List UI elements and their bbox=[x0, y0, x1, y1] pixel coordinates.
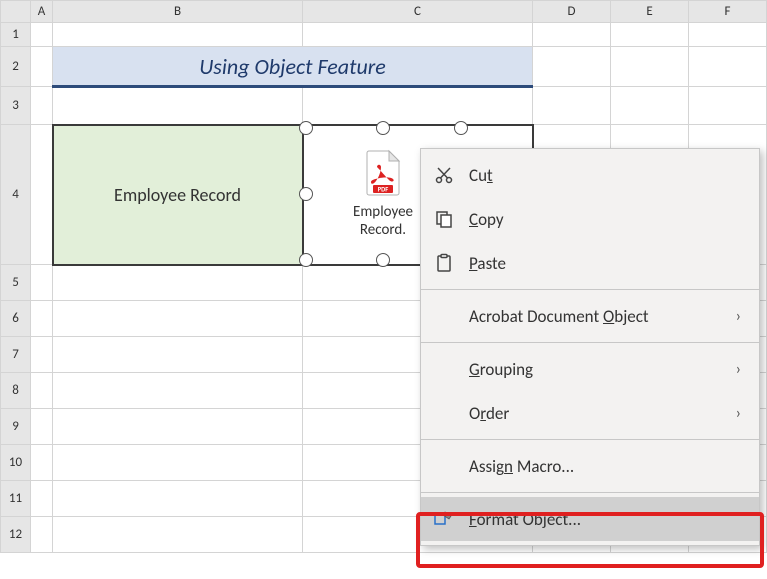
chevron-right-icon: › bbox=[736, 307, 741, 326]
clipboard-icon bbox=[431, 250, 457, 276]
chevron-right-icon: › bbox=[736, 404, 741, 423]
copy-icon bbox=[431, 206, 457, 232]
menu-paste[interactable]: Paste bbox=[421, 241, 759, 285]
row-header-9[interactable]: 9 bbox=[1, 409, 31, 445]
menu-cut-label: Cut bbox=[469, 165, 741, 186]
select-all-corner[interactable] bbox=[1, 1, 31, 23]
row-header-10[interactable]: 10 bbox=[1, 445, 31, 481]
title-cell[interactable]: Using Object Feature bbox=[53, 47, 533, 87]
menu-separator bbox=[421, 289, 759, 290]
format-object-icon bbox=[431, 506, 457, 532]
row-header-8[interactable]: 8 bbox=[1, 373, 31, 409]
menu-grouping[interactable]: Grouping › bbox=[421, 347, 759, 391]
menu-copy[interactable]: Copy bbox=[421, 197, 759, 241]
menu-assign-macro[interactable]: Assign Macro... bbox=[421, 444, 759, 488]
menu-format-object[interactable]: Format Object... bbox=[421, 497, 759, 541]
pdf-file-icon: PDF bbox=[363, 149, 403, 197]
row-header-4[interactable]: 4 bbox=[1, 125, 31, 265]
menu-separator bbox=[421, 439, 759, 440]
menu-copy-label: Copy bbox=[469, 209, 741, 230]
menu-acrobat-object[interactable]: Acrobat Document Object › bbox=[421, 294, 759, 338]
menu-cut[interactable]: Cut bbox=[421, 153, 759, 197]
row-header-12[interactable]: 12 bbox=[1, 517, 31, 553]
col-header-F[interactable]: F bbox=[689, 1, 767, 23]
menu-separator bbox=[421, 492, 759, 493]
col-header-C[interactable]: C bbox=[303, 1, 533, 23]
col-header-E[interactable]: E bbox=[611, 1, 689, 23]
menu-paste-label: Paste bbox=[469, 253, 741, 274]
menu-format-object-label: Format Object... bbox=[469, 509, 741, 530]
menu-acrobat-label: Acrobat Document Object bbox=[469, 306, 724, 327]
menu-order[interactable]: Order › bbox=[421, 391, 759, 435]
col-header-B[interactable]: B bbox=[53, 1, 303, 23]
menu-assign-macro-label: Assign Macro... bbox=[469, 456, 741, 477]
menu-grouping-label: Grouping bbox=[469, 359, 724, 380]
row-header-2[interactable]: 2 bbox=[1, 47, 31, 87]
row-header-11[interactable]: 11 bbox=[1, 481, 31, 517]
context-menu: Cut Copy Paste Acrobat Document Object ›… bbox=[420, 148, 760, 546]
scissors-icon bbox=[431, 162, 457, 188]
menu-order-label: Order bbox=[469, 403, 724, 424]
col-header-D[interactable]: D bbox=[533, 1, 611, 23]
svg-text:PDF: PDF bbox=[378, 185, 389, 193]
row-header-7[interactable]: 7 bbox=[1, 337, 31, 373]
row-header-6[interactable]: 6 bbox=[1, 301, 31, 337]
employee-record-cell[interactable]: Employee Record bbox=[53, 125, 303, 265]
menu-separator bbox=[421, 342, 759, 343]
chevron-right-icon: › bbox=[736, 360, 741, 379]
col-header-A[interactable]: A bbox=[31, 1, 53, 23]
row-header-5[interactable]: 5 bbox=[1, 265, 31, 301]
row-header-1[interactable]: 1 bbox=[1, 23, 31, 47]
object-filename: Employee Record. bbox=[353, 203, 413, 239]
row-header-3[interactable]: 3 bbox=[1, 87, 31, 125]
